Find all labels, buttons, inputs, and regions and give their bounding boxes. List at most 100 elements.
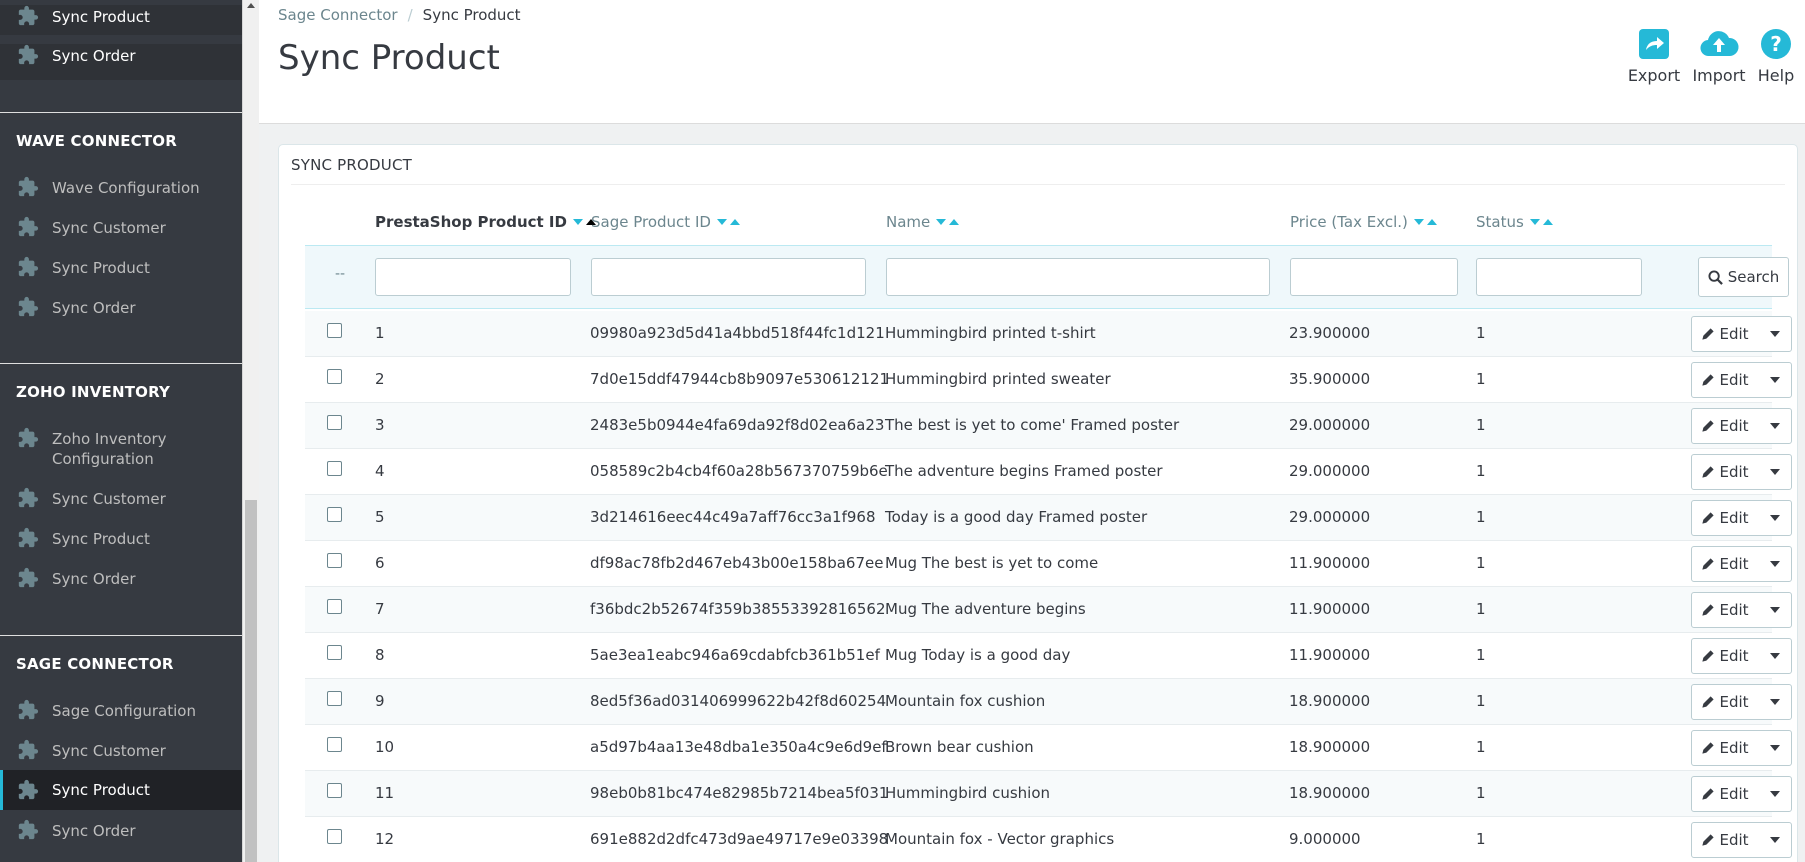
filter-price-input[interactable] [1290,258,1458,296]
row-actions-dropdown-button[interactable] [1758,593,1791,627]
row-checkbox[interactable] [327,323,342,338]
cell-sage-id: 2483e5b0944e4fa69da92f8d02ea6a23 [590,416,885,434]
sidebar-item-sage-configuration[interactable]: Sage Configuration [0,699,242,725]
import-label: Import [1692,66,1746,85]
row-actions-dropdown-button[interactable] [1758,547,1791,581]
row-checkbox[interactable] [327,369,342,384]
edit-label: Edit [1719,693,1749,711]
sidebar-item-zoho-configuration[interactable]: Zoho Inventory Configuration [0,427,242,473]
edit-button[interactable]: Edit [1692,593,1758,627]
sort-desc-icon[interactable] [1413,219,1424,225]
row-actions: Edit [1691,730,1792,766]
sort-desc-icon[interactable] [716,219,727,225]
cell-status: 1 [1476,370,1486,388]
column-header-label: Status [1476,213,1524,231]
sidebar-item-sage-sync-customer[interactable]: Sync Customer [0,739,242,765]
sort-asc-icon[interactable] [1426,219,1437,225]
row-actions-dropdown-button[interactable] [1758,409,1791,443]
edit-button[interactable]: Edit [1692,639,1758,673]
row-checkbox[interactable] [327,737,342,752]
cell-sage-id: 058589c2b4cb4f60a28b567370759b6e [590,462,888,480]
sort-asc-icon[interactable] [729,219,740,225]
edit-label: Edit [1719,555,1749,573]
sidebar-item-label: Sync Product [52,530,150,548]
row-checkbox[interactable] [327,599,342,614]
edit-button[interactable]: Edit [1692,731,1758,765]
cell-price: 11.900000 [1289,600,1371,618]
help-icon: ? [1761,29,1791,59]
edit-button[interactable]: Edit [1692,685,1758,719]
scroll-up-arrow-icon[interactable] [247,3,255,8]
row-checkbox[interactable] [327,783,342,798]
row-checkbox[interactable] [327,461,342,476]
row-checkbox[interactable] [327,829,342,844]
row-actions-dropdown-button[interactable] [1758,455,1791,489]
edit-button[interactable]: Edit [1692,777,1758,811]
sort-desc-icon[interactable] [936,219,947,225]
sidebar-item-sync-product-top[interactable]: Sync Product [0,5,242,35]
row-actions-dropdown-button[interactable] [1758,639,1791,673]
sidebar-item-label: Sync Order [52,47,136,65]
row-checkbox[interactable] [327,553,342,568]
edit-button[interactable]: Edit [1692,501,1758,535]
edit-button[interactable]: Edit [1692,823,1758,857]
sort-desc-icon[interactable] [572,219,583,225]
export-button[interactable]: Export [1626,28,1682,85]
sidebar-item-sync-order-top[interactable]: Sync Order [0,44,242,80]
sort-desc-icon[interactable] [1529,219,1540,225]
filter-status-input[interactable] [1476,258,1642,296]
row-actions-dropdown-button[interactable] [1758,363,1791,397]
sidebar-item-sage-sync-product[interactable]: Sync Product [0,770,242,810]
pencil-icon [1702,466,1715,478]
sort-asc-icon[interactable] [949,219,960,225]
column-header-price[interactable]: Price (Tax Excl.) [1290,213,1437,231]
row-actions-dropdown-button[interactable] [1758,823,1791,857]
column-header-label: Price (Tax Excl.) [1290,213,1408,231]
edit-button[interactable]: Edit [1692,409,1758,443]
edit-button[interactable]: Edit [1692,547,1758,581]
column-header-name[interactable]: Name [886,213,960,231]
sidebar-item-sage-sync-order[interactable]: Sync Order [0,819,242,845]
row-actions-dropdown-button[interactable] [1758,685,1791,719]
filter-prestashop-id-input[interactable] [375,258,571,296]
cell-sage-id: 7d0e15ddf47944cb8b9097e530612121 [590,370,890,388]
row-actions: Edit [1691,592,1792,628]
page-title: Sync Product [278,38,500,78]
import-button[interactable]: Import [1689,28,1749,85]
sidebar-item-zoho-sync-order[interactable]: Sync Order [0,567,242,593]
row-checkbox[interactable] [327,507,342,522]
sidebar-item-wave-sync-customer[interactable]: Sync Customer [0,216,242,242]
sidebar-item-zoho-sync-customer[interactable]: Sync Customer [0,487,242,513]
sidebar-item-wave-configuration[interactable]: Wave Configuration [0,176,242,202]
row-actions-dropdown-button[interactable] [1758,317,1791,351]
row-actions-dropdown-button[interactable] [1758,731,1791,765]
column-header-sage-id[interactable]: Sage Product ID [591,213,740,231]
row-checkbox[interactable] [327,691,342,706]
sort-asc-icon[interactable] [1542,219,1553,225]
row-checkbox[interactable] [327,645,342,660]
edit-label: Edit [1719,739,1749,757]
help-button[interactable]: ? Help [1756,28,1796,85]
row-actions-dropdown-button[interactable] [1758,501,1791,535]
sidebar-item-zoho-sync-product[interactable]: Sync Product [0,527,242,553]
scrollbar-thumb[interactable] [245,500,257,862]
sidebar-item-label: Sync Order [52,299,136,317]
sidebar-item-wave-sync-product[interactable]: Sync Product [0,256,242,282]
edit-label: Edit [1719,417,1749,435]
sidebar-item-wave-sync-order[interactable]: Sync Order [0,296,242,322]
filter-name-input[interactable] [886,258,1270,296]
column-header-status[interactable]: Status [1476,213,1553,231]
search-button[interactable]: Search [1698,257,1789,297]
row-actions-dropdown-button[interactable] [1758,777,1791,811]
edit-button[interactable]: Edit [1692,455,1758,489]
edit-button[interactable]: Edit [1692,363,1758,397]
cell-status: 1 [1476,554,1486,572]
edit-button[interactable]: Edit [1692,317,1758,351]
breadcrumb-parent[interactable]: Sage Connector [278,6,398,24]
cell-status: 1 [1476,692,1486,710]
sidebar-scrollbar[interactable] [242,0,259,862]
row-checkbox[interactable] [327,415,342,430]
column-header-prestashop-id[interactable]: PrestaShop Product ID [375,213,596,231]
filter-sage-id-input[interactable] [591,258,866,296]
sync-product-panel: SYNC PRODUCT PrestaShop Product ID Sage … [278,144,1798,862]
